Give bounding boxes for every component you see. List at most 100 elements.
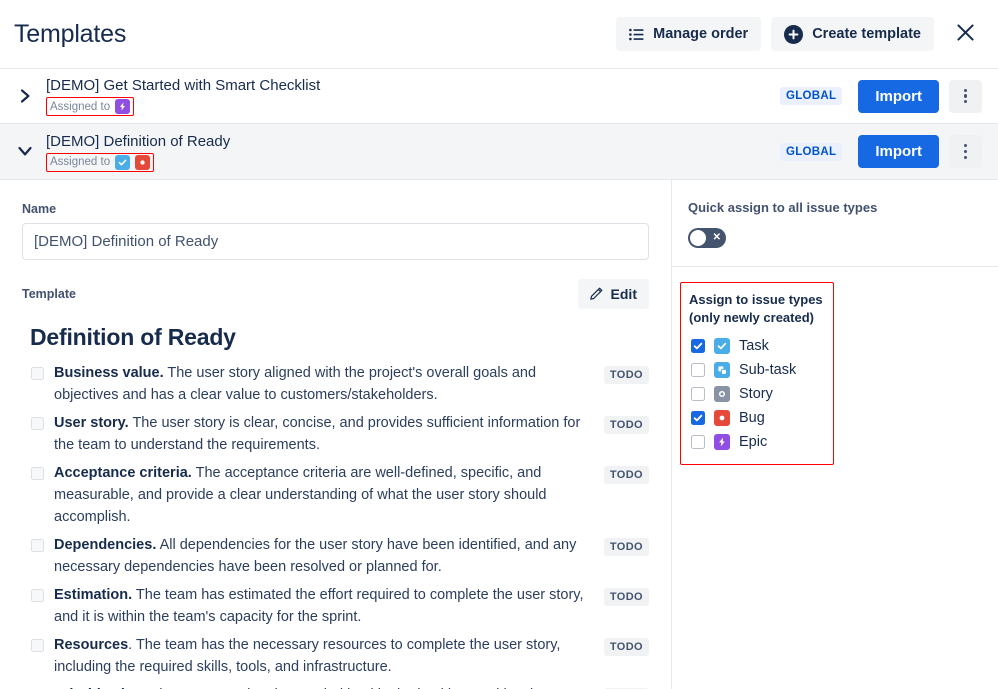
bug-icon [135, 154, 151, 170]
checklist-item[interactable]: User story. The user story is clear, con… [22, 409, 649, 459]
task-icon [115, 154, 131, 170]
template-row-main: [DEMO] Definition of Ready Assigned to [38, 132, 780, 172]
issue-type-label: Epic [739, 434, 768, 450]
checklist-item-text: User story. The user story is clear, con… [54, 412, 604, 456]
import-button[interactable]: Import [858, 135, 939, 168]
bug-icon [714, 410, 730, 426]
issue-type-checkbox[interactable] [691, 435, 705, 449]
name-field-label: Name [22, 202, 57, 216]
template-row[interactable]: [DEMO] Definition of Ready Assigned to G… [0, 124, 998, 179]
checklist-item-text: Estimation. The team has estimated the e… [54, 584, 604, 628]
issue-type-row-epic[interactable]: Epic [689, 430, 823, 454]
epic-icon [115, 99, 131, 114]
issue-type-label: Task [739, 338, 769, 354]
checklist-item-checkbox[interactable] [31, 589, 44, 602]
template-list: [DEMO] Get Started with Smart Checklist … [0, 68, 998, 180]
list-icon [629, 28, 644, 41]
pencil-icon [589, 286, 604, 303]
status-badge: TODO [603, 588, 649, 606]
status-badge: TODO [603, 366, 649, 384]
issue-type-checkbox[interactable] [691, 339, 705, 353]
assign-heading-line1: Assign to issue types [689, 292, 823, 307]
checklist-item-bold: Acceptance criteria. [54, 465, 192, 481]
create-template-button[interactable]: Create template [771, 17, 934, 51]
chevron-down-icon[interactable] [12, 146, 38, 157]
checklist-item-text: Prioritization. The user story has been … [54, 684, 604, 689]
assigned-to-label: Assigned to [50, 156, 111, 168]
quick-assign-toggle[interactable]: ✕ [688, 228, 726, 248]
issue-type-row-task[interactable]: Task [689, 334, 823, 358]
template-detail-panel: Name Template Edit Definition of Ready B… [0, 180, 998, 689]
more-actions-button[interactable] [949, 135, 982, 168]
checklist-item[interactable]: Resources. The team has the necessary re… [22, 631, 649, 681]
more-actions-button[interactable] [949, 79, 982, 113]
close-button[interactable] [948, 17, 982, 51]
scope-badge: GLOBAL [779, 142, 843, 161]
status-badge: TODO [603, 466, 649, 484]
checklist-item-checkbox[interactable] [31, 417, 44, 430]
checklist-item-checkbox[interactable] [31, 467, 44, 480]
close-small-icon: ✕ [712, 232, 721, 243]
issue-type-checkbox[interactable] [691, 411, 705, 425]
assign-issue-types-section: Assign to issue types (only newly create… [672, 267, 998, 465]
assigned-to-group: Assigned to [46, 152, 155, 172]
manage-order-button[interactable]: Manage order [616, 17, 762, 51]
chevron-right-icon[interactable] [12, 88, 38, 104]
checklist-item-bold: Business value. [54, 365, 164, 381]
checklist-item[interactable]: Estimation. The team has estimated the e… [22, 581, 649, 631]
template-row[interactable]: [DEMO] Get Started with Smart Checklist … [0, 69, 998, 124]
issue-type-checkbox[interactable] [691, 387, 705, 401]
template-label: Template [22, 287, 76, 301]
assign-heading-line2: (only newly created) [689, 310, 814, 325]
kebab-dot-icon [963, 144, 968, 148]
checklist-item-rest: The user story is clear, concise, and pr… [54, 415, 581, 453]
kebab-dot-icon [963, 94, 968, 98]
template-title: [DEMO] Get Started with Smart Checklist [46, 77, 321, 94]
checklist-item-bold: User story. [54, 415, 129, 431]
assign-issue-types-box: Assign to issue types (only newly create… [680, 282, 834, 465]
issue-type-label: Bug [739, 410, 765, 426]
issue-type-label: Sub-task [739, 362, 797, 378]
assigned-to-label: Assigned to [50, 100, 111, 113]
manage-order-label: Manage order [653, 26, 749, 42]
checklist-item[interactable]: Dependencies. All dependencies for the u… [22, 531, 649, 581]
assigned-to-group: Assigned to [46, 97, 135, 116]
kebab-dot-icon [963, 100, 968, 104]
template-title: [DEMO] Definition of Ready [46, 132, 231, 150]
checklist-item-checkbox[interactable] [31, 539, 44, 552]
quick-assign-label: Quick assign to all issue types [688, 200, 878, 215]
checklist-item-text: Dependencies. All dependencies for the u… [54, 534, 604, 578]
edit-button[interactable]: Edit [577, 279, 649, 309]
import-button[interactable]: Import [858, 79, 939, 113]
checklist-item[interactable]: Acceptance criteria. The acceptance crit… [22, 459, 649, 531]
task-icon [714, 338, 730, 354]
checklist-item-bold: Estimation. [54, 587, 133, 603]
issue-type-row-story[interactable]: Story [689, 382, 823, 406]
checklist-item-checkbox[interactable] [31, 367, 44, 380]
checklist-item-rest: . The team has the necessary resources t… [54, 637, 561, 675]
checklist-item-checkbox[interactable] [31, 639, 44, 652]
name-input[interactable] [22, 223, 649, 260]
close-icon [956, 23, 975, 45]
template-section-header: Template Edit [22, 278, 649, 310]
issue-type-checkbox[interactable] [691, 363, 705, 377]
issue-type-row-bug[interactable]: Bug [689, 406, 823, 430]
plus-circle-icon [784, 24, 804, 44]
checklist-title: Definition of Ready [30, 324, 236, 350]
status-badge: TODO [603, 538, 649, 556]
create-template-label: Create template [812, 26, 921, 42]
checklist-item-text: Resources. The team has the necessary re… [54, 634, 604, 678]
detail-right-pane: Quick assign to all issue types ✕ Assign… [672, 180, 998, 689]
page-header: Templates Manage order Create template [0, 0, 998, 68]
page-title: Templates [14, 19, 127, 48]
checklist-items: Business value. The user story aligned w… [22, 359, 649, 689]
epic-icon [714, 434, 730, 450]
checklist-item[interactable]: Business value. The user story aligned w… [22, 359, 649, 409]
scope-badge: GLOBAL [779, 87, 843, 105]
toggle-knob [690, 230, 706, 246]
kebab-dot-icon [963, 88, 968, 92]
issue-type-row-sub-task[interactable]: Sub-task [689, 358, 823, 382]
edit-label: Edit [610, 286, 637, 302]
checklist-item[interactable]: Prioritization. The user story has been … [22, 681, 649, 689]
issue-type-label: Story [739, 386, 773, 402]
